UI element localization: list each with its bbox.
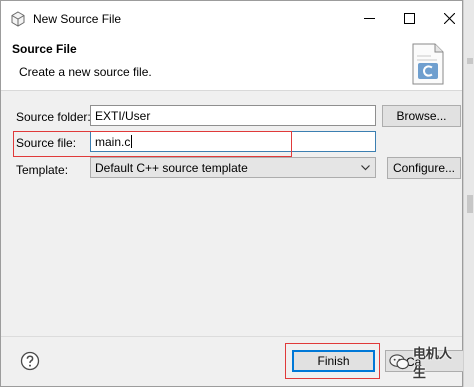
configure-button[interactable]: Configure... bbox=[387, 157, 461, 179]
minimize-button[interactable] bbox=[349, 1, 389, 36]
template-label: Template: bbox=[16, 163, 69, 177]
chevron-down-icon bbox=[361, 165, 370, 171]
highlight-box-finish bbox=[285, 343, 380, 379]
template-selected-value: Default C++ source template bbox=[95, 161, 248, 175]
watermark: 电机人生 bbox=[389, 346, 462, 380]
close-button[interactable] bbox=[429, 1, 469, 36]
c-source-file-icon bbox=[412, 43, 444, 85]
wizard-page-description: Create a new source file. bbox=[19, 65, 152, 79]
wizard-header: Source File Create a new source file. bbox=[1, 36, 462, 91]
source-folder-label: Source folder: bbox=[16, 110, 91, 124]
edge-marker bbox=[467, 195, 473, 213]
eclipse-wizard-icon bbox=[11, 11, 25, 27]
close-icon bbox=[443, 13, 455, 24]
highlight-box-source-file bbox=[13, 131, 292, 157]
title-bar[interactable]: New Source File bbox=[1, 1, 462, 36]
source-folder-input[interactable]: EXTI/User bbox=[90, 105, 376, 126]
background-editor-edge bbox=[463, 0, 474, 387]
footer-divider bbox=[1, 336, 462, 337]
maximize-icon bbox=[403, 13, 415, 24]
template-select[interactable]: Default C++ source template bbox=[90, 157, 376, 178]
edge-marker bbox=[467, 58, 473, 64]
new-source-file-dialog: New Source File Source File Create a new… bbox=[0, 0, 463, 387]
watermark-text: 电机人生 bbox=[412, 346, 452, 380]
wechat-icon bbox=[389, 354, 409, 370]
browse-button[interactable]: Browse... bbox=[382, 105, 461, 127]
help-icon[interactable] bbox=[20, 351, 40, 371]
window-title: New Source File bbox=[33, 12, 122, 26]
wizard-page-title: Source File bbox=[12, 42, 77, 56]
maximize-button[interactable] bbox=[389, 1, 429, 36]
minimize-icon bbox=[363, 18, 375, 19]
